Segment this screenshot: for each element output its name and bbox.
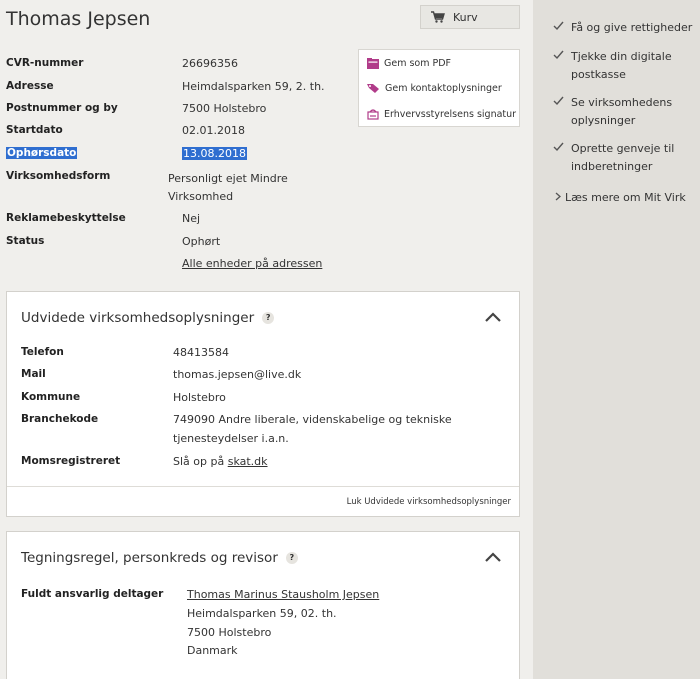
fact-label: Startdato bbox=[6, 124, 63, 136]
person-address-line2: 7500 Holstebro bbox=[187, 626, 272, 639]
cart-icon bbox=[431, 11, 445, 23]
basket-button[interactable]: Kurv bbox=[420, 5, 520, 29]
sidebar-item-text: Tjekke din digitale bbox=[571, 50, 672, 63]
save-pdf-button[interactable]: Gem som PDF bbox=[367, 53, 451, 73]
sidebar-item-text: Oprette genveje til bbox=[571, 142, 675, 155]
close-extended-link[interactable]: Luk Udvidede virksomhedsoplysninger bbox=[347, 497, 511, 507]
fact-value: 7500 Holstebro bbox=[182, 102, 267, 115]
check-icon bbox=[553, 142, 564, 152]
info-label: Telefon bbox=[21, 346, 64, 358]
info-label: Mail bbox=[21, 368, 46, 380]
sidebar-item-text: Se virksomhedens bbox=[571, 96, 673, 109]
industry-code-line1: 749090 Andre liberale, videnskabelige og… bbox=[173, 413, 452, 426]
info-label: Branchekode bbox=[21, 413, 99, 425]
person-address-line1: Heimdalsparken 59, 02. th. bbox=[187, 607, 337, 620]
fact-label: Postnummer og by bbox=[6, 102, 118, 114]
vat-prefix: Slå op på bbox=[173, 455, 228, 468]
main-content: Thomas Jepsen Kurv CVR-nummer 26696356 A… bbox=[0, 0, 533, 679]
mail-value: thomas.jepsen@live.dk bbox=[173, 368, 302, 381]
phone-value: 48413584 bbox=[173, 346, 229, 359]
signing-title-text: Tegningsregel, personkreds og revisor bbox=[21, 550, 278, 566]
signing-title[interactable]: Tegningsregel, personkreds og revisor ? bbox=[21, 550, 298, 566]
skat-link[interactable]: skat.dk bbox=[228, 455, 268, 468]
fact-value: 13.08.2018 bbox=[182, 144, 247, 164]
signature-icon bbox=[367, 109, 379, 120]
fact-value-line1: Personligt ejet Mindre bbox=[168, 172, 288, 185]
sidebar-item-rights: Få og give rettigheder bbox=[553, 19, 695, 37]
pdf-folder-icon bbox=[367, 57, 379, 69]
sidebar-item-shortcuts: Oprette genveje til indberetninger bbox=[553, 140, 695, 176]
vat-value: Slå op på skat.dk bbox=[173, 452, 268, 472]
signature-button[interactable]: Erhvervsstyrelsens signatur bbox=[367, 104, 516, 124]
fact-value-selected: 13.08.2018 bbox=[182, 147, 247, 160]
save-contact-button[interactable]: Gem kontaktoplysninger bbox=[367, 78, 502, 98]
fact-value: 02.01.2018 bbox=[182, 124, 245, 137]
chevron-up-icon[interactable] bbox=[485, 312, 501, 322]
fact-value: Heimdalsparken 59, 2. th. bbox=[182, 80, 325, 93]
chevron-right-icon bbox=[555, 192, 561, 201]
save-pdf-label: Gem som PDF bbox=[384, 57, 452, 69]
all-units-link[interactable]: Alle enheder på adressen bbox=[182, 254, 322, 274]
fact-label: Virksomhedsform bbox=[6, 170, 111, 182]
extended-info-panel: Udvidede virksomhedsoplysninger ? Telefo… bbox=[6, 291, 520, 517]
person-link[interactable]: Thomas Marinus Stausholm Jepsen bbox=[187, 585, 379, 605]
fact-value-line2: Virksomhed bbox=[168, 190, 234, 203]
person-address-line3: Danmark bbox=[187, 644, 238, 657]
check-icon bbox=[553, 21, 564, 31]
actions-box: Gem som PDF Gem kontaktoplysninger Erhve… bbox=[358, 49, 520, 127]
chevron-up-icon[interactable] bbox=[485, 552, 501, 562]
sidebar-item-text: oplysninger bbox=[571, 114, 636, 127]
signature-label: Erhvervsstyrelsens signatur bbox=[384, 108, 517, 120]
fact-value: 26696356 bbox=[182, 57, 238, 70]
read-more-link[interactable]: Læs mere om Mit Virk bbox=[555, 191, 686, 204]
fact-label: Ophørsdato bbox=[6, 147, 78, 159]
fact-value: Nej bbox=[182, 212, 201, 225]
fact-label: CVR-nummer bbox=[6, 57, 84, 69]
read-more-text: Læs mere om Mit Virk bbox=[565, 191, 686, 204]
sidebar-item-mailbox: Tjekke din digitale postkasse bbox=[553, 48, 695, 84]
sidebar-item-info: Se virksomhedens oplysninger bbox=[553, 94, 695, 130]
extended-info-title[interactable]: Udvidede virksomhedsoplysninger ? bbox=[21, 310, 275, 326]
sidebar-item-text: Få og give rettigheder bbox=[571, 21, 693, 34]
sidebar-item-text: postkasse bbox=[571, 68, 626, 81]
page-title: Thomas Jepsen bbox=[6, 8, 151, 30]
check-icon bbox=[553, 50, 564, 60]
help-icon[interactable]: ? bbox=[285, 552, 298, 564]
help-icon[interactable]: ? bbox=[262, 312, 275, 324]
municipality-value: Holstebro bbox=[173, 391, 226, 404]
industry-code-line2: tjenesteydelser i.a.n. bbox=[173, 432, 289, 445]
participant-label: Fuldt ansvarlig deltager bbox=[21, 588, 164, 600]
basket-label: Kurv bbox=[453, 10, 478, 24]
signing-panel: Tegningsregel, personkreds og revisor ? … bbox=[6, 531, 520, 679]
sidebar-item-text: indberetninger bbox=[571, 160, 653, 173]
check-icon bbox=[553, 96, 564, 106]
fact-label: Reklamebeskyttelse bbox=[6, 212, 126, 224]
save-contact-label: Gem kontaktoplysninger bbox=[385, 82, 502, 94]
fact-value: Ophørt bbox=[182, 235, 221, 248]
panel-footer: Luk Udvidede virksomhedsoplysninger bbox=[7, 486, 519, 517]
sidebar: Få og give rettigheder Tjekke din digita… bbox=[533, 0, 700, 679]
info-label: Momsregistreret bbox=[21, 455, 121, 467]
fact-label: Status bbox=[6, 235, 45, 247]
info-label: Kommune bbox=[21, 391, 81, 403]
tag-icon bbox=[367, 83, 379, 93]
extended-info-title-text: Udvidede virksomhedsoplysninger bbox=[21, 310, 255, 326]
fact-label: Adresse bbox=[6, 80, 54, 92]
